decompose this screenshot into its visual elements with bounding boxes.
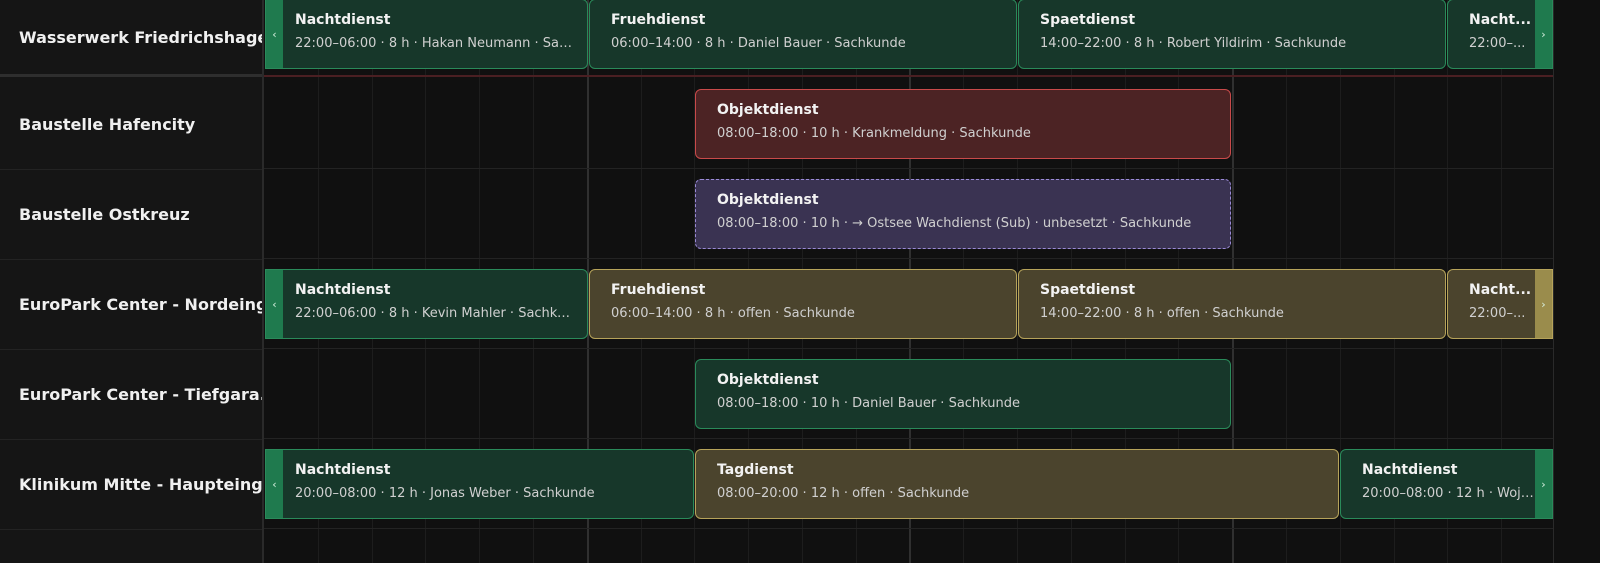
shift-card[interactable]: Objektdienst 08:00–18:00 · 10 h · Daniel… [695, 359, 1231, 429]
shift-meta: 08:00–20:00 · 12 h · offen · Sachkunde [717, 486, 970, 501]
shift-meta: 14:00–22:00 · 8 h · offen · Sachkunde [1040, 306, 1284, 321]
shift-meta: 20:00–08:00 · 12 h · Wojc... [1362, 486, 1541, 501]
shift-meta: 06:00–14:00 · 8 h · offen · Sachkunde [611, 306, 855, 321]
shift-title: Fruehdienst [611, 282, 706, 298]
chevron-right-icon: › [1541, 477, 1546, 491]
shift-meta: 22:00–06:00 · 8 h · Kevin Mahler · Sachk… [295, 306, 578, 321]
row-label-ostkreuz[interactable]: Baustelle Ostkreuz [0, 170, 262, 260]
row-divider [264, 438, 1554, 439]
shift-card-open[interactable]: Spaetdienst 14:00–22:00 · 8 h · offen · … [1018, 269, 1446, 339]
row-divider [264, 168, 1554, 169]
row-divider [264, 258, 1554, 259]
row-divider [264, 348, 1554, 349]
shift-card-sick[interactable]: Objektdienst 08:00–18:00 · 10 h · Krankm… [695, 89, 1231, 159]
scroll-right-handle[interactable]: › [1535, 270, 1552, 338]
shift-meta: 08:00–18:00 · 10 h · → Ostsee Wachdienst… [717, 216, 1192, 231]
row-label-hafencity[interactable]: Baustelle Hafencity [0, 80, 262, 170]
shift-meta: 06:00–14:00 · 8 h · Daniel Bauer · Sachk… [611, 36, 906, 51]
timeline-right-edge [1553, 0, 1554, 563]
shift-title: Nachtdienst [295, 12, 391, 28]
scroll-left-handle[interactable]: ‹ [266, 450, 283, 518]
row-label-klinikum[interactable]: Klinikum Mitte - Haupteing... [0, 440, 262, 530]
shift-meta: 14:00–22:00 · 8 h · Robert Yildirim · Sa… [1040, 36, 1347, 51]
shift-title: Tagdienst [717, 462, 794, 478]
shift-card-open[interactable]: Fruehdienst 06:00–14:00 · 8 h · offen · … [589, 269, 1017, 339]
chevron-left-icon: ‹ [272, 297, 277, 311]
shift-title: Objektdienst [717, 102, 819, 118]
chevron-right-icon: › [1541, 297, 1546, 311]
shift-card[interactable]: ‹ Nachtdienst 22:00–06:00 · 8 h · Hakan … [265, 0, 588, 69]
shift-title: Spaetdienst [1040, 12, 1136, 28]
scroll-right-handle[interactable]: › [1535, 450, 1552, 518]
shift-card-open[interactable]: Tagdienst 08:00–20:00 · 12 h · offen · S… [695, 449, 1339, 519]
shift-card[interactable]: Fruehdienst 06:00–14:00 · 8 h · Daniel B… [589, 0, 1017, 69]
shift-title: Nachtdienst [1362, 462, 1458, 478]
shift-title: Fruehdienst [611, 12, 706, 28]
shift-card[interactable]: › Nacht... 22:00–... [1447, 0, 1553, 69]
shift-meta: 22:00–06:00 · 8 h · Hakan Neumann · Sac.… [295, 36, 579, 51]
scroll-right-handle[interactable]: › [1535, 0, 1552, 68]
shift-title: Nachtdienst [295, 462, 391, 478]
row-label-europark-tief[interactable]: EuroPark Center - Tiefgara... [0, 350, 262, 440]
chevron-left-icon: ‹ [272, 27, 277, 41]
shift-meta: 20:00–08:00 · 12 h · Jonas Weber · Sachk… [295, 486, 595, 501]
location-column: Wasserwerk Friedrichshagen Baustelle Haf… [0, 0, 264, 563]
shift-title: Spaetdienst [1040, 282, 1136, 298]
shift-title: Nachtdienst [295, 282, 391, 298]
shift-meta: 08:00–18:00 · 10 h · Daniel Bauer · Sach… [717, 396, 1021, 411]
shift-card[interactable]: › Nachtdienst 20:00–08:00 · 12 h · Wojc.… [1340, 449, 1553, 519]
scroll-left-handle[interactable]: ‹ [266, 0, 283, 68]
shift-title: Objektdienst [717, 372, 819, 388]
shift-planner: Wasserwerk Friedrichshagen Baustelle Haf… [0, 0, 1600, 563]
row-divider [264, 528, 1554, 529]
shift-card-open[interactable]: › Nacht... 22:00–... [1447, 269, 1553, 339]
row-divider-highlight [264, 75, 1554, 77]
shift-meta: 08:00–18:00 · 10 h · Krankmeldung · Sach… [717, 126, 1031, 141]
row-label-europark-nord[interactable]: EuroPark Center - Nordeing... [0, 260, 262, 350]
shift-card-subcontract[interactable]: Objektdienst 08:00–18:00 · 10 h · → Osts… [695, 179, 1231, 249]
shift-card[interactable]: Spaetdienst 14:00–22:00 · 8 h · Robert Y… [1018, 0, 1446, 69]
shift-card[interactable]: ‹ Nachtdienst 22:00–06:00 · 8 h · Kevin … [265, 269, 588, 339]
shift-card[interactable]: ‹ Nachtdienst 20:00–08:00 · 12 h · Jonas… [265, 449, 694, 519]
chevron-right-icon: › [1541, 27, 1546, 41]
scroll-left-handle[interactable]: ‹ [266, 270, 283, 338]
row-label-wasserwerk[interactable]: Wasserwerk Friedrichshagen [0, 0, 262, 77]
chevron-left-icon: ‹ [272, 477, 277, 491]
shift-title: Objektdienst [717, 192, 819, 208]
